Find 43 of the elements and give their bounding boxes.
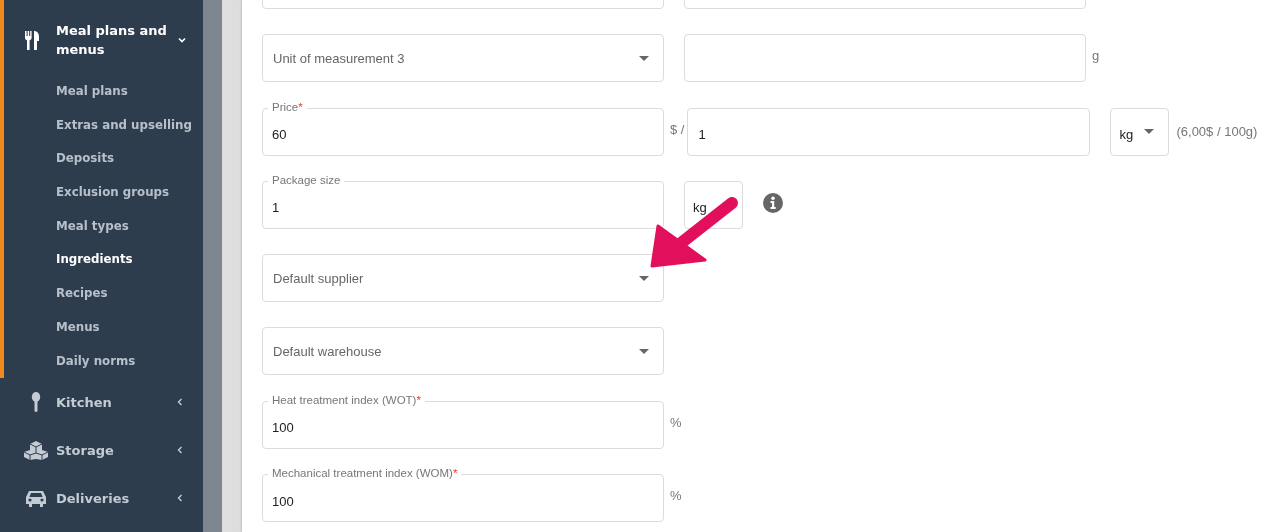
dropdown-caret-icon: [639, 56, 649, 62]
fork-knife-icon: [24, 30, 40, 50]
nav-group-header[interactable]: Storage: [4, 426, 203, 475]
unit-label: %: [670, 414, 682, 430]
nav-group-label: Meal plans and menus: [56, 22, 168, 59]
unit-label: g: [1092, 48, 1100, 64]
nav-item[interactable]: Meal plans: [56, 75, 203, 109]
spoon-icon: [31, 392, 41, 413]
select-field[interactable]: Default warehouse: [262, 327, 664, 376]
nav-item[interactable]: Daily norms: [56, 344, 203, 379]
nav-group-header[interactable]: Kitchen: [4, 378, 203, 427]
input-field[interactable]: Price* 60: [262, 99, 664, 156]
nav-item[interactable]: Exclusion groups: [56, 176, 203, 210]
input-field[interactable]: 1: [687, 107, 1091, 156]
dropdown-caret-icon: [1144, 128, 1155, 134]
nav-group-label: Kitchen: [56, 393, 113, 412]
nav-group-label: Deliveries: [56, 489, 131, 508]
nav-item[interactable]: Menus: [56, 310, 203, 345]
unit-label: %: [670, 488, 682, 504]
nav-item[interactable]: Deposits: [56, 142, 203, 177]
nav-group-header[interactable]: Deliveries: [4, 474, 203, 523]
unit-label: $ /: [670, 121, 685, 137]
dropdown-caret-icon: [639, 276, 649, 282]
nav-item[interactable]: Ingredients: [56, 243, 203, 278]
input-field[interactable]: Mechanical treatment index (WOM)* 100: [262, 466, 664, 523]
unit-field[interactable]: kg: [684, 180, 743, 229]
select-field[interactable]: Default supplier: [262, 254, 664, 303]
field-label: Mechanical treatment index (WOM)*: [268, 466, 462, 482]
nav-item[interactable]: Recipes: [56, 277, 203, 311]
dropdown-caret-icon: [639, 349, 649, 355]
unit-label: (6,00$ / 100g): [1176, 124, 1258, 140]
boxes-icon: [24, 440, 48, 460]
nav-item[interactable]: Extras and upselling: [56, 108, 203, 143]
nav-group-header[interactable]: Meal plans and menus: [4, 0, 203, 75]
nav-group-label: Storage: [56, 441, 115, 460]
info-icon[interactable]: [763, 193, 783, 214]
unit-select[interactable]: kg: [1110, 107, 1170, 156]
input-field[interactable]: [684, 34, 1086, 83]
car-icon: [25, 489, 47, 507]
input-field[interactable]: Heat treatment index (WOT)* 100: [262, 392, 664, 449]
input-field[interactable]: Package size 1: [262, 172, 664, 229]
select-field[interactable]: Unit of measurement 3: [262, 34, 664, 83]
nav-item[interactable]: Meal types: [56, 209, 203, 244]
